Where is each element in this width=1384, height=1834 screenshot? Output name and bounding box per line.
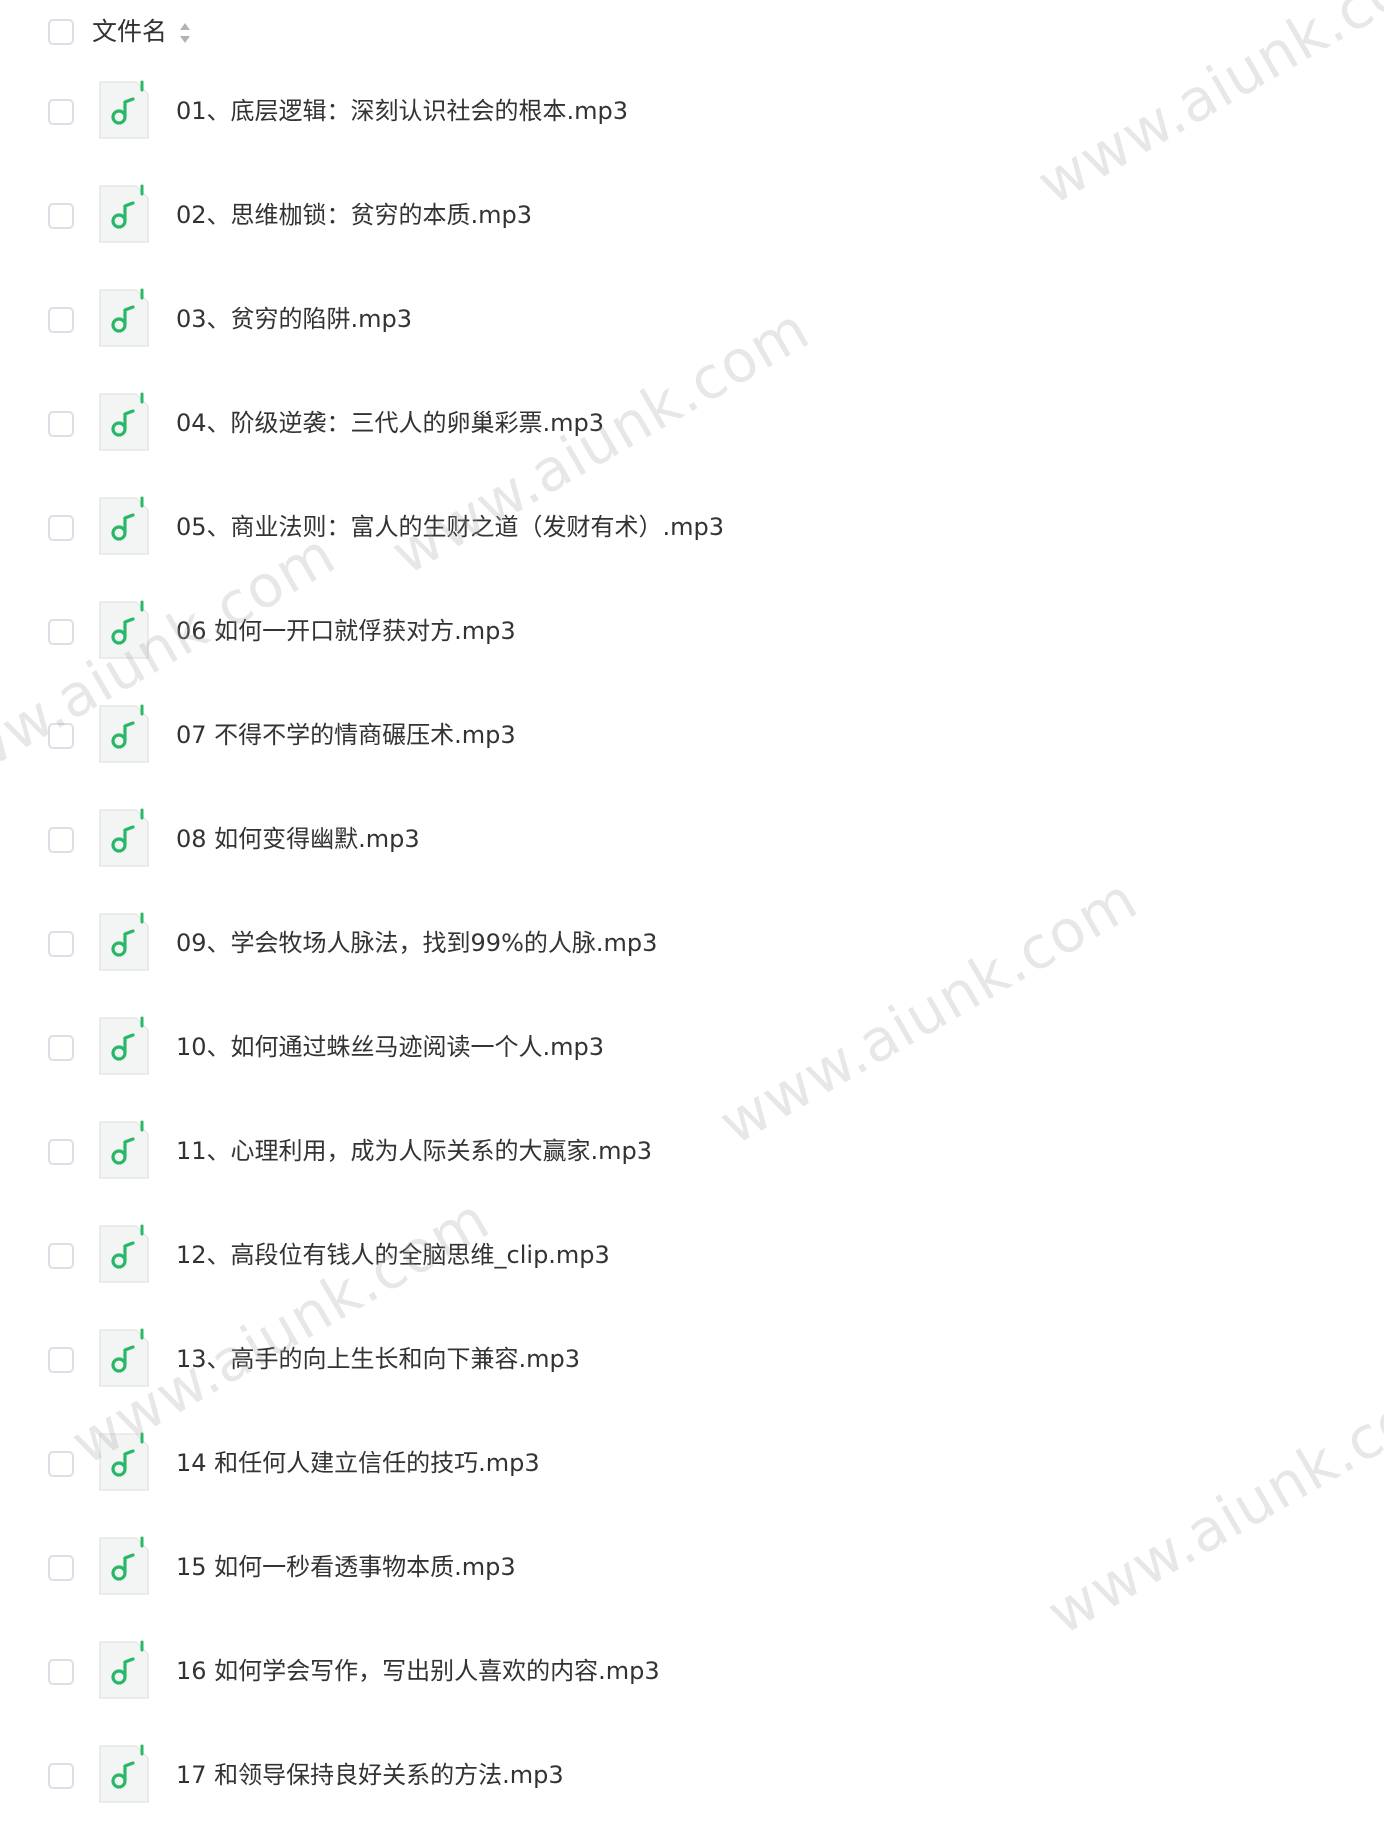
file-checkbox[interactable]	[48, 723, 74, 749]
file-name[interactable]: 05、商业法则：富人的生财之道（发财有术）.mp3	[176, 510, 724, 544]
sort-icon[interactable]	[178, 20, 192, 46]
file-checkbox[interactable]	[48, 203, 74, 229]
music-note-icon	[98, 392, 150, 452]
file-checkbox[interactable]	[48, 1555, 74, 1581]
file-checkbox[interactable]	[48, 1035, 74, 1061]
music-note-icon	[98, 80, 150, 140]
file-row[interactable]: 03、贫穷的陷阱.mp3	[0, 274, 1384, 378]
select-all-checkbox[interactable]	[48, 19, 74, 45]
file-name[interactable]: 04、阶级逆袭：三代人的卵巢彩票.mp3	[176, 406, 604, 440]
file-checkbox[interactable]	[48, 1659, 74, 1685]
file-checkbox[interactable]	[48, 1763, 74, 1789]
file-checkbox[interactable]	[48, 1451, 74, 1477]
file-checkbox[interactable]	[48, 931, 74, 957]
file-checkbox[interactable]	[48, 1139, 74, 1165]
file-row[interactable]: 04、阶级逆袭：三代人的卵巢彩票.mp3	[0, 378, 1384, 482]
file-name[interactable]: 17 和领导保持良好关系的方法.mp3	[176, 1758, 564, 1792]
file-name[interactable]: 01、底层逻辑：深刻认识社会的根本.mp3	[176, 94, 628, 128]
file-checkbox[interactable]	[48, 515, 74, 541]
file-checkbox[interactable]	[48, 411, 74, 437]
file-name[interactable]: 02、思维枷锁：贫穷的本质.mp3	[176, 198, 532, 232]
music-note-icon	[98, 704, 150, 764]
file-row[interactable]: 12、高段位有钱人的全脑思维_clip.mp3	[0, 1210, 1384, 1314]
file-checkbox[interactable]	[48, 99, 74, 125]
file-row[interactable]: 15 如何一秒看透事物本质.mp3	[0, 1522, 1384, 1626]
file-row[interactable]: 17 和领导保持良好关系的方法.mp3	[0, 1730, 1384, 1834]
file-row[interactable]: 10、如何通过蛛丝马迹阅读一个人.mp3	[0, 1002, 1384, 1106]
music-note-icon	[98, 496, 150, 556]
file-checkbox[interactable]	[48, 1243, 74, 1269]
music-note-icon	[98, 288, 150, 348]
music-note-icon	[98, 184, 150, 244]
music-note-icon	[98, 1640, 150, 1700]
file-name[interactable]: 10、如何通过蛛丝马迹阅读一个人.mp3	[176, 1030, 604, 1064]
file-name[interactable]: 07 不得不学的情商碾压术.mp3	[176, 718, 516, 752]
column-header-filename[interactable]: 文件名	[92, 14, 167, 50]
file-name[interactable]: 03、贫穷的陷阱.mp3	[176, 302, 412, 336]
file-name[interactable]: 14 和任何人建立信任的技巧.mp3	[176, 1446, 540, 1480]
music-note-icon	[98, 1744, 150, 1804]
file-name[interactable]: 08 如何变得幽默.mp3	[176, 822, 420, 856]
music-note-icon	[98, 1432, 150, 1492]
file-name[interactable]: 11、心理利用，成为人际关系的大赢家.mp3	[176, 1134, 652, 1168]
file-name[interactable]: 16 如何学会写作，写出别人喜欢的内容.mp3	[176, 1654, 660, 1688]
file-row[interactable]: 16 如何学会写作，写出别人喜欢的内容.mp3	[0, 1626, 1384, 1730]
file-checkbox[interactable]	[48, 1347, 74, 1373]
file-row[interactable]: 02、思维枷锁：贫穷的本质.mp3	[0, 170, 1384, 274]
file-row[interactable]: 07 不得不学的情商碾压术.mp3	[0, 690, 1384, 794]
music-note-icon	[98, 808, 150, 868]
file-checkbox[interactable]	[48, 827, 74, 853]
file-name[interactable]: 09、学会牧场人脉法，找到99%的人脉.mp3	[176, 926, 657, 960]
file-row[interactable]: 08 如何变得幽默.mp3	[0, 794, 1384, 898]
file-row[interactable]: 01、底层逻辑：深刻认识社会的根本.mp3	[0, 66, 1384, 170]
music-note-icon	[98, 1120, 150, 1180]
music-note-icon	[98, 600, 150, 660]
music-note-icon	[98, 1224, 150, 1284]
file-row[interactable]: 06 如何一开口就俘获对方.mp3	[0, 586, 1384, 690]
file-name[interactable]: 13、高手的向上生长和向下兼容.mp3	[176, 1342, 580, 1376]
file-row[interactable]: 13、高手的向上生长和向下兼容.mp3	[0, 1314, 1384, 1418]
file-row[interactable]: 09、学会牧场人脉法，找到99%的人脉.mp3	[0, 898, 1384, 1002]
music-note-icon	[98, 1016, 150, 1076]
file-row[interactable]: 14 和任何人建立信任的技巧.mp3	[0, 1418, 1384, 1522]
music-note-icon	[98, 1328, 150, 1388]
file-name[interactable]: 15 如何一秒看透事物本质.mp3	[176, 1550, 516, 1584]
file-list-header: 文件名	[0, 0, 1384, 66]
music-note-icon	[98, 912, 150, 972]
file-checkbox[interactable]	[48, 619, 74, 645]
file-row[interactable]: 05、商业法则：富人的生财之道（发财有术）.mp3	[0, 482, 1384, 586]
music-note-icon	[98, 1536, 150, 1596]
file-checkbox[interactable]	[48, 307, 74, 333]
file-row[interactable]: 11、心理利用，成为人际关系的大赢家.mp3	[0, 1106, 1384, 1210]
file-name[interactable]: 06 如何一开口就俘获对方.mp3	[176, 614, 516, 648]
file-name[interactable]: 12、高段位有钱人的全脑思维_clip.mp3	[176, 1238, 610, 1272]
